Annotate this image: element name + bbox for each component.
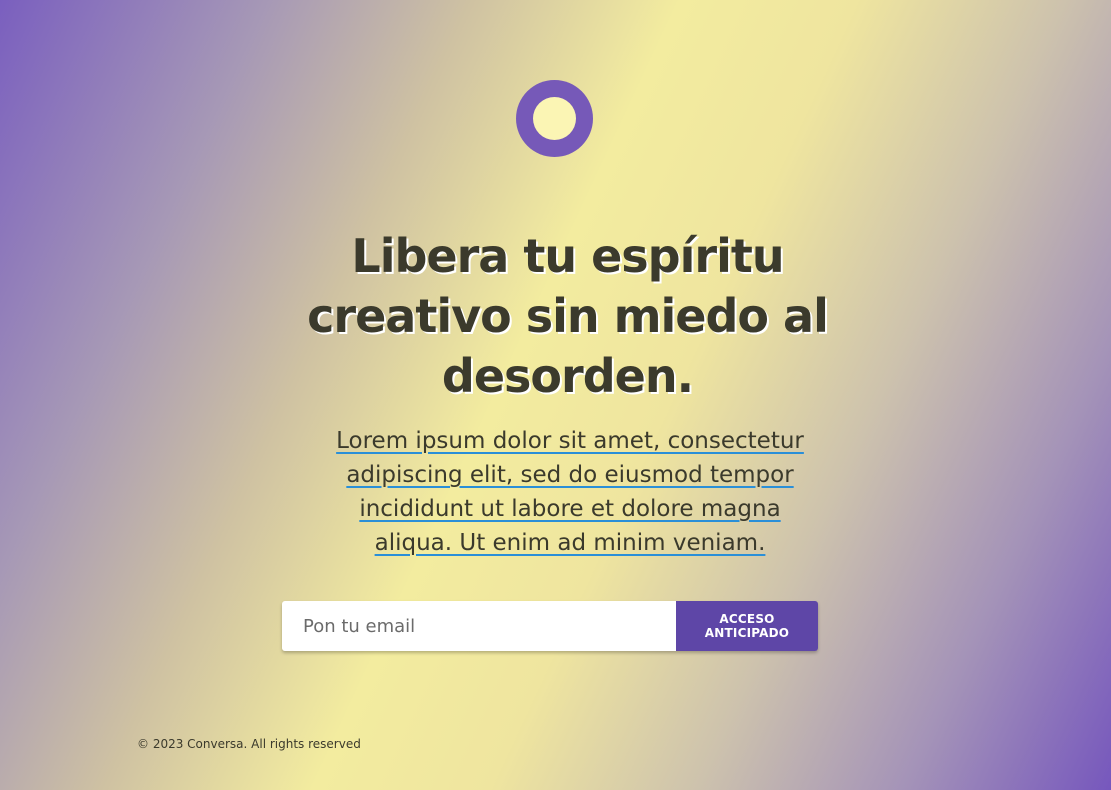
email-input[interactable]: [282, 601, 676, 651]
hero-headline: Libera tu espíritu creativo sin miedo al…: [307, 229, 829, 403]
lead-line: Lorem ipsum dolor sit amet, consectetur: [336, 428, 804, 454]
lead-line: adipiscing elit, sed do eiusmod tempor: [346, 462, 794, 488]
footer-copyright: © 2023 Conversa. All rights reserved: [137, 737, 361, 751]
early-access-button[interactable]: ACCESO ANTICIPADO: [676, 601, 818, 651]
ring-logo-icon: [516, 80, 593, 157]
signup-form: ACCESO ANTICIPADO: [282, 601, 818, 651]
lead-line: incididunt ut labore et dolore magna: [359, 496, 781, 522]
lead-line: aliqua. Ut enim ad minim veniam.: [374, 530, 766, 556]
logo-center: [533, 97, 576, 140]
hero-lead: Lorem ipsum dolor sit amet, consectetur a…: [290, 424, 850, 560]
